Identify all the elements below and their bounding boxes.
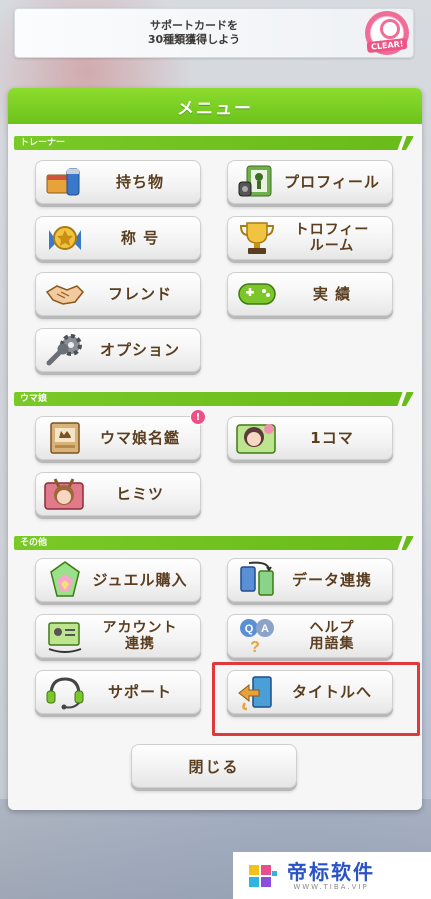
qa-bubble-icon: Q A ? xyxy=(234,616,280,656)
help-glossary-button[interactable]: Q A ? ヘルプ 用語集 xyxy=(227,614,393,658)
account-link-label-line-2: 連携 xyxy=(125,636,155,652)
close-button[interactable]: 閉じる xyxy=(131,744,297,788)
data-link-button[interactable]: データ連携 xyxy=(227,558,393,602)
achievement-button[interactable]: 実 績 xyxy=(227,272,393,316)
help-glossary-label-line-2: 用語集 xyxy=(309,636,355,652)
svg-text:?: ? xyxy=(250,639,260,656)
trophy-room-label-line-2: ルーム xyxy=(309,238,355,254)
trophy-room-button[interactable]: トロフィー ルーム xyxy=(227,216,393,260)
highlight-frame xyxy=(212,662,420,736)
himitsu-label: ヒミツ xyxy=(115,484,164,503)
trophy-room-label-line-1: トロフィー xyxy=(294,222,370,238)
support-button[interactable]: サポート xyxy=(35,670,201,714)
account-card-icon xyxy=(42,616,88,656)
title-button[interactable]: 称 号 xyxy=(35,216,201,260)
gear-icon xyxy=(42,330,88,370)
jewel-icon xyxy=(42,560,88,600)
achievement-label: 実 績 xyxy=(312,284,352,303)
svg-text:Q: Q xyxy=(245,623,254,635)
notification-badge: ! xyxy=(190,409,206,425)
menu-title: メニュー xyxy=(8,88,422,124)
mission-line-2: 30種類獲得しよう xyxy=(147,33,241,46)
help-glossary-label: ヘルプ 用語集 xyxy=(280,620,392,652)
account-link-label: アカウント 連携 xyxy=(88,620,200,652)
mission-text: サポートカードを 30種類獲得しよう xyxy=(15,19,373,47)
account-link-label-line-1: アカウント xyxy=(102,620,178,636)
umamusume-directory-label: ウマ娘名鑑 xyxy=(99,428,180,447)
medal-icon xyxy=(42,218,88,258)
character-secret-icon xyxy=(42,474,88,514)
handshake-icon xyxy=(42,274,88,314)
friend-label: フレンド xyxy=(107,284,172,303)
gamepad-icon xyxy=(234,274,280,314)
help-glossary-label-line-1: ヘルプ xyxy=(309,620,355,636)
watermark: 帝标软件 WWW.TIBA.VIP xyxy=(233,852,431,899)
jewel-purchase-label: ジュエル購入 xyxy=(92,570,188,589)
one-koma-label: 1コマ xyxy=(310,428,354,447)
inventory-label: 持ち物 xyxy=(115,172,164,191)
watermark-subtitle: WWW.TIBA.VIP xyxy=(293,882,369,891)
section-header-other: その他 xyxy=(14,536,414,550)
mission-line-1: サポートカードを xyxy=(150,19,238,32)
jewel-purchase-button[interactable]: ジュエル購入 xyxy=(35,558,201,602)
profile-icon xyxy=(234,162,280,202)
headset-icon xyxy=(42,672,88,712)
book-icon xyxy=(42,418,88,458)
himitsu-button[interactable]: ヒミツ xyxy=(35,472,201,516)
trophy-icon xyxy=(234,218,280,258)
svg-text:A: A xyxy=(261,623,269,635)
friend-button[interactable]: フレンド xyxy=(35,272,201,316)
section-header-trainer: トレーナー xyxy=(14,136,414,150)
mission-banner[interactable]: サポートカードを 30種類獲得しよう CLEAR! xyxy=(14,8,414,58)
one-koma-button[interactable]: 1コマ xyxy=(227,416,393,460)
data-link-label: データ連携 xyxy=(291,570,372,589)
watermark-title: 帝标软件 xyxy=(287,859,375,884)
title-label: 称 号 xyxy=(120,228,160,247)
phone-transfer-icon xyxy=(234,560,280,600)
umamusume-directory-button[interactable]: ウマ娘名鑑 ! xyxy=(35,409,206,460)
clear-badge-label: CLEAR! xyxy=(366,37,408,54)
section-header-umamusume: ウマ娘 xyxy=(14,392,414,406)
inventory-icon xyxy=(42,162,88,202)
account-link-button[interactable]: アカウント 連携 xyxy=(35,614,201,658)
support-label: サポート xyxy=(107,682,172,701)
watermark-logo-icon xyxy=(249,864,277,887)
profile-label: プロフィール xyxy=(284,172,380,191)
character-portrait-icon xyxy=(234,418,280,458)
clear-badge-icon: CLEAR! xyxy=(365,11,409,55)
option-label: オプション xyxy=(99,340,180,359)
option-button[interactable]: オプション xyxy=(35,328,201,372)
menu-panel: メニュー トレーナー 持ち物 プロフィール 称 号 トロフィー ルーム フレンド… xyxy=(8,88,422,810)
profile-button[interactable]: プロフィール xyxy=(227,160,393,204)
inventory-button[interactable]: 持ち物 xyxy=(35,160,201,204)
trophy-room-label: トロフィー ルーム xyxy=(280,222,392,254)
